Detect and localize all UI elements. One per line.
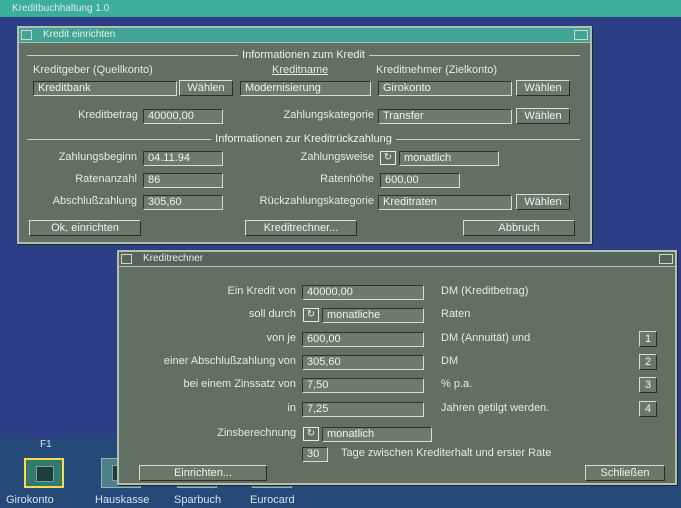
cycle-icon[interactable]: ↻: [380, 151, 396, 165]
kredit-field[interactable]: 40000,00: [302, 285, 424, 300]
zahlungskategorie-field[interactable]: Transfer: [378, 109, 512, 124]
zahlungskategorie-label: Zahlungskategorie: [283, 109, 374, 121]
window-title: Kredit einrichten: [43, 29, 116, 40]
ratenhoehe-label: Ratenhöhe: [320, 173, 374, 185]
calculate-4-button[interactable]: 4: [639, 401, 657, 417]
kredit-suffix: DM (Kreditbetrag): [441, 285, 529, 297]
zinssatz-field[interactable]: 7,50: [302, 378, 424, 393]
desktop-label-sparbuch[interactable]: Sparbuch: [174, 494, 221, 506]
abschluss-field[interactable]: 305,60: [302, 355, 424, 370]
rueckzahlungskategorie-choose-button[interactable]: Wählen: [516, 194, 570, 210]
abschluss-suffix: DM: [441, 355, 459, 367]
zahlungsweise-field[interactable]: monatlich: [399, 151, 499, 166]
tage-field[interactable]: 30: [302, 447, 328, 462]
abschlusszahlung-label: Abschlußzahlung: [52, 195, 137, 207]
zahlungsweise-label: Zahlungsweise: [300, 151, 374, 163]
laufzeit-suffix: Jahren getilgt werden.: [441, 402, 550, 414]
kreditrechner-window: Kreditrechner Ein Kredit von 40000,00 DM…: [117, 250, 677, 485]
kreditrechner-button[interactable]: Kreditrechner...: [245, 220, 357, 236]
abschlusszahlung-field[interactable]: 305,60: [143, 195, 223, 210]
annuitaet-suffix: DM (Annuität) und: [441, 332, 531, 344]
kredit-einrichten-window: Kredit einrichten Informationen zum Kred…: [17, 26, 592, 244]
desktop-label-hauskasse[interactable]: Hauskasse: [95, 494, 149, 506]
app-title: Kreditbuchhaltung 1.0: [12, 3, 110, 14]
app-title-bar: Kreditbuchhaltung 1.0: [0, 0, 681, 17]
tage-suffix: Tage zwischen Krediterhalt und erster Ra…: [341, 447, 552, 459]
ratenanzahl-label: Ratenanzahl: [75, 173, 137, 185]
ratenweise-field[interactable]: monatliche: [322, 308, 424, 323]
schliessen-button[interactable]: Schließen: [585, 465, 665, 481]
kreditnehmer-choose-button[interactable]: Wählen: [516, 80, 570, 96]
desktop-label-eurocard[interactable]: Eurocard: [250, 494, 295, 506]
raten-label: soll durch: [248, 308, 296, 320]
rueckzahlungskategorie-label: Rückzahlungskategorie: [259, 195, 374, 207]
desktop-label-girokonto[interactable]: Girokonto: [6, 494, 54, 506]
zinssatz-suffix: % p.a.: [441, 378, 473, 390]
abbruch-button[interactable]: Abbruch: [463, 220, 575, 236]
window-title: Kreditrechner: [143, 253, 204, 264]
ratenanzahl-field[interactable]: 86: [143, 173, 223, 188]
laufzeit-field[interactable]: 7,25: [302, 402, 424, 417]
calculate-3-button[interactable]: 3: [639, 377, 657, 393]
system-menu-icon[interactable]: [21, 30, 32, 40]
maximize-icon[interactable]: [659, 254, 673, 264]
calculate-2-button[interactable]: 2: [639, 354, 657, 370]
cycle-icon[interactable]: ↻: [303, 427, 319, 441]
kreditgeber-choose-button[interactable]: Wählen: [179, 80, 233, 96]
zinsberechnung-label: Zinsberechnung: [217, 427, 296, 439]
annuitaet-label: von je: [266, 332, 296, 344]
zahlungsbeginn-field[interactable]: 04.11.94: [143, 151, 223, 166]
kreditnehmer-header: Kreditnehmer (Zielkonto): [376, 64, 498, 76]
calculate-1-button[interactable]: 1: [639, 331, 657, 347]
girokonto-account-icon[interactable]: [24, 458, 64, 488]
zahlungsbeginn-label: Zahlungsbeginn: [58, 151, 137, 163]
raten-suffix: Raten: [441, 308, 471, 320]
ratenhoehe-field[interactable]: 600,00: [380, 173, 460, 188]
einrichten-button[interactable]: Einrichten...: [139, 465, 267, 481]
maximize-icon[interactable]: [574, 30, 588, 40]
abschluss-label: einer Abschlußzahlung von: [163, 355, 296, 367]
kreditname-header: Kreditname: [272, 64, 329, 76]
section-title: Informationen zur Kreditrückzahlung: [211, 133, 396, 145]
zinsberechnung-field[interactable]: monatlich: [322, 427, 432, 442]
kreditnehmer-field[interactable]: Girokonto: [378, 81, 512, 96]
rueckzahlungskategorie-field[interactable]: Kreditraten: [378, 195, 512, 210]
zinssatz-label: bei einem Zinssatz von: [183, 378, 297, 390]
section-title: Informationen zum Kredit: [238, 49, 369, 61]
window-titlebar: Kredit einrichten: [19, 28, 590, 43]
kreditbetrag-label: Kreditbetrag: [78, 109, 138, 121]
cycle-icon[interactable]: ↻: [303, 308, 319, 322]
zahlungskategorie-choose-button[interactable]: Wählen: [516, 108, 570, 124]
kreditgeber-header: Kreditgeber (Quellkonto): [33, 64, 153, 76]
laufzeit-label: in: [287, 402, 296, 414]
window-titlebar: Kreditrechner: [119, 252, 675, 267]
annuitaet-field[interactable]: 600,00: [302, 332, 424, 347]
system-menu-icon[interactable]: [121, 254, 132, 264]
ok-einrichten-button[interactable]: Ok, einrichten: [29, 220, 141, 236]
kreditbetrag-field[interactable]: 40000,00: [143, 109, 223, 124]
function-key-label: F1: [40, 439, 52, 450]
kredit-label: Ein Kredit von: [227, 285, 296, 297]
kreditgeber-field[interactable]: Kreditbank: [33, 81, 177, 96]
kreditname-field[interactable]: Modernisierung: [240, 81, 371, 96]
